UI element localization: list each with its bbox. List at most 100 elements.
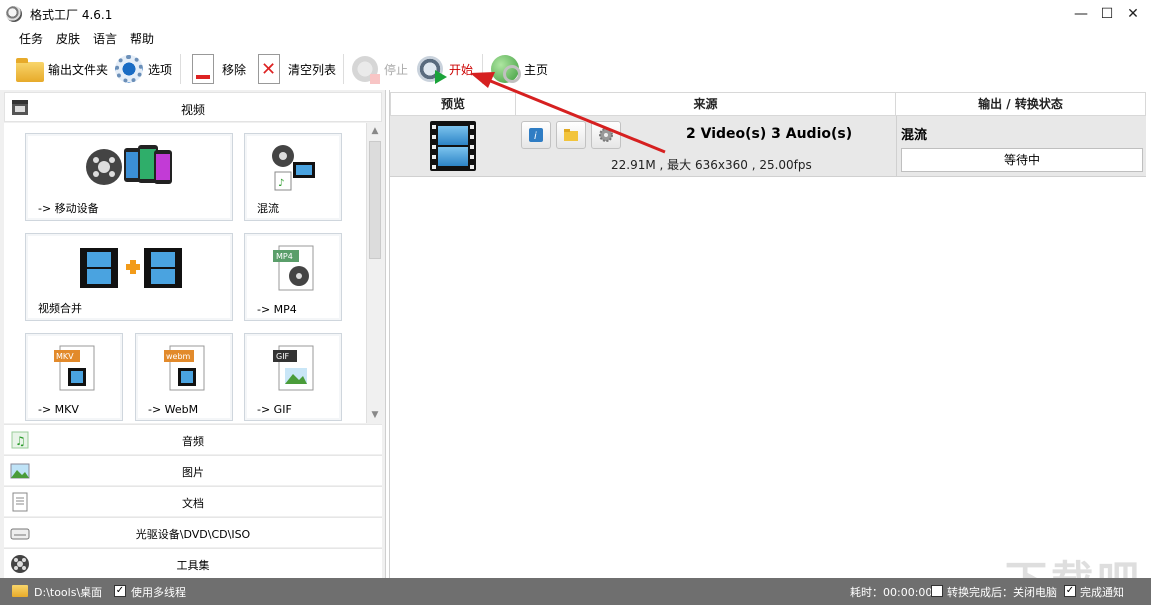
task-settings-button[interactable] [591,121,621,149]
home-label: 主页 [524,62,549,77]
start-button[interactable]: 开始 [415,52,473,86]
column-preview[interactable]: 预览 [390,92,516,116]
tile-label: -> MKV [38,403,79,416]
start-label: 开始 [449,62,474,77]
column-source[interactable]: 来源 [516,92,896,116]
task-type: 混流 [901,128,928,143]
svg-text:GIF: GIF [276,352,290,361]
svg-text:webm: webm [166,352,191,361]
multithread-checkbox[interactable]: ✓ [114,585,126,597]
mux-icon: ♪ [272,145,315,191]
scroll-thumb[interactable] [369,141,381,259]
clear-doc-icon: ✕ [258,54,280,84]
remove-button[interactable]: 移除 [188,52,246,86]
output-path[interactable]: D:\tools\桌面 [34,584,102,600]
app-logo-icon [6,6,22,22]
task-status-cell: 混流 等待中 [896,116,1146,177]
category-tools-label: 工具集 [176,559,210,572]
svg-text:MP4: MP4 [276,252,293,261]
window-title: 格式工厂 4.6.1 [30,8,113,22]
category-video-label: 视频 [180,103,205,117]
mobile-devices-icon [86,145,172,185]
category-disc-label: 光驱设备\DVD\CD\ISO [135,528,251,541]
task-title: 2 Video(s) 3 Audio(s) [686,126,853,142]
minimize-button[interactable]: — [1068,0,1094,28]
output-folder-button[interactable]: 输出文件夹 [14,52,108,86]
mkv-file-icon: MKV [54,345,95,391]
tile-gif[interactable]: GIF -> GIF [244,333,342,421]
tile-video-merge[interactable]: 视频合并 [25,233,233,321]
video-film-icon [430,121,476,171]
tile-mux[interactable]: ♪ 混流 [244,133,342,221]
tile-label: -> 移动设备 [38,202,99,215]
webm-file-icon: webm [164,345,205,391]
category-document-label: 文档 [182,497,204,510]
tile-webm[interactable]: webm -> WebM [135,333,233,421]
svg-text:MKV: MKV [56,352,74,361]
close-button[interactable]: ✕ [1120,0,1146,28]
notify-label: 完成通知 [1080,586,1124,599]
gif-file-icon: GIF [273,345,314,391]
home-button[interactable]: 主页 [490,52,548,86]
after-done-checkbox[interactable] [931,585,943,597]
after-done-label: 转换完成后：关闭电脑 [947,586,1057,599]
menu-help[interactable]: 帮助 [130,30,154,47]
output-folder-label: 输出文件夹 [48,62,109,77]
tile-label: 混流 [257,202,279,215]
toolbar: 输出文件夹 选项 移除 ✕ 清空列表 停止 开始 主页 [0,48,1151,90]
category-panel: 视频 -> 移动设备 ♪ 混流 视频合并 MP4 -> MP4 MKV -> M… [0,90,386,578]
output-folder-icon[interactable] [12,585,28,597]
video-merge-icon [80,248,182,288]
category-audio-label: 音频 [182,435,204,448]
category-image-label: 图片 [182,466,204,479]
format-grid-scrollbar[interactable]: ▲ ▼ [366,123,382,423]
category-document[interactable]: 文档 [4,486,382,516]
status-bar: D:\tools\桌面 ✓ 使用多线程 耗时：00:00:00 转换完成后：关闭… [0,578,1151,605]
folder-icon [16,58,44,82]
menu-skin[interactable]: 皮肤 [56,30,80,47]
start-play-icon [417,56,447,84]
tile-label: -> WebM [148,403,199,416]
notify-checkbox[interactable]: ✓ [1064,585,1076,597]
category-audio[interactable]: ♫ 音频 [4,424,382,454]
svg-text:♪: ♪ [278,178,284,189]
remove-doc-icon [192,54,214,84]
category-video-header[interactable]: 视频 [4,92,382,122]
category-image[interactable]: 图片 [4,455,382,485]
home-globe-icon [491,55,521,83]
task-status: 等待中 [901,148,1143,172]
info-icon: i [529,128,543,142]
svg-text:i: i [534,131,537,142]
tile-label: 视频合并 [38,302,82,315]
clear-list-button[interactable]: ✕ 清空列表 [254,52,336,86]
clear-list-label: 清空列表 [288,62,337,77]
toolbar-divider [343,54,344,84]
format-grid: -> 移动设备 ♪ 混流 视频合并 MP4 -> MP4 MKV -> MKV … [4,123,366,423]
task-detail: 22.91M , 最大 636x360 , 25.00fps [611,158,812,172]
tile-mkv[interactable]: MKV -> MKV [25,333,123,421]
options-button[interactable]: 选项 [114,52,172,86]
menu-language[interactable]: 语言 [93,30,117,47]
menu-bar: 任务 皮肤 语言 帮助 [0,28,1151,48]
task-list-panel: 预览 来源 输出 / 转换状态 i 2 Video(s) 3 Audio(s) … [389,90,1151,578]
mp4-file-icon: MP4 [273,245,314,291]
stop-label: 停止 [384,62,409,77]
maximize-button[interactable]: ☐ [1094,0,1120,28]
options-gear-icon [115,55,143,83]
remove-label: 移除 [222,62,247,77]
tile-mp4[interactable]: MP4 -> MP4 [244,233,342,321]
scroll-down-arrow-icon[interactable]: ▼ [367,407,383,423]
tile-mobile-device[interactable]: -> 移动设备 [25,133,233,221]
scroll-up-arrow-icon[interactable]: ▲ [367,123,383,139]
column-output-status[interactable]: 输出 / 转换状态 [896,92,1146,116]
menu-task[interactable]: 任务 [19,30,43,47]
category-tools[interactable]: 工具集 [4,548,382,578]
task-row[interactable]: i 2 Video(s) 3 Audio(s) 22.91M , 最大 636x… [390,116,1146,177]
info-button[interactable]: i [521,121,551,149]
category-disc[interactable]: 光驱设备\DVD\CD\ISO [4,517,382,547]
stop-button[interactable]: 停止 [350,52,408,86]
tile-label: -> GIF [257,403,292,416]
open-folder-button[interactable] [556,121,586,149]
elapsed-time: 耗时：00:00:00 [850,586,933,599]
title-bar: 格式工厂 4.6.1 — ☐ ✕ [0,0,1151,28]
